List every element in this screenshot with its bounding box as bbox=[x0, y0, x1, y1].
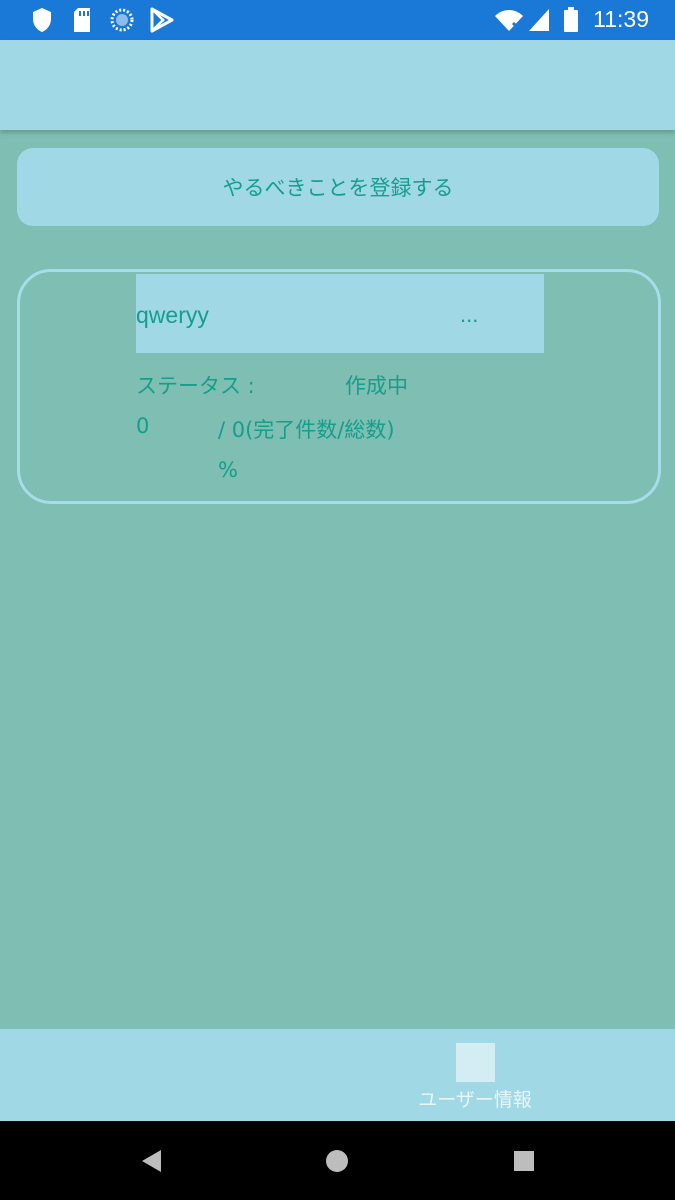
task-more-button[interactable]: ... bbox=[460, 302, 478, 328]
status-bar: 11:39 bbox=[0, 0, 675, 40]
nav-item-user-info-label: ユーザー情報 bbox=[418, 1089, 532, 1111]
bottom-navigation: ユーザー情報 bbox=[0, 1029, 675, 1121]
total-count-text: / 0(完了件数/総数) bbox=[218, 418, 395, 442]
play-store-icon bbox=[150, 7, 174, 33]
home-icon[interactable] bbox=[326, 1149, 348, 1173]
register-todo-button[interactable]: やるべきことを登録する bbox=[17, 148, 659, 226]
task-title: qweryy bbox=[136, 302, 209, 328]
recents-icon[interactable] bbox=[513, 1149, 535, 1173]
sd-card-icon bbox=[74, 8, 90, 32]
back-icon[interactable] bbox=[141, 1149, 163, 1173]
status-value: 作成中 bbox=[345, 374, 408, 398]
battery-icon bbox=[564, 7, 578, 32]
shield-icon bbox=[33, 8, 51, 32]
signal-icon bbox=[529, 9, 549, 31]
progress-percent: % bbox=[218, 458, 238, 482]
task-header[interactable]: qweryy ... bbox=[136, 274, 544, 353]
task-card[interactable]: qweryy ... ステータス : 作成中 0 / 0(完了件数/総数) % bbox=[17, 269, 661, 504]
status-label: ステータス : bbox=[136, 374, 255, 398]
wifi-icon bbox=[495, 10, 523, 33]
app-bar bbox=[0, 40, 675, 130]
sync-icon bbox=[110, 8, 134, 32]
completed-count: 0 bbox=[136, 414, 150, 438]
clock-time: 11:39 bbox=[593, 6, 649, 32]
register-todo-label: やるべきことを登録する bbox=[222, 176, 454, 200]
system-navigation-bar bbox=[0, 1121, 675, 1200]
user-info-icon bbox=[456, 1043, 495, 1082]
